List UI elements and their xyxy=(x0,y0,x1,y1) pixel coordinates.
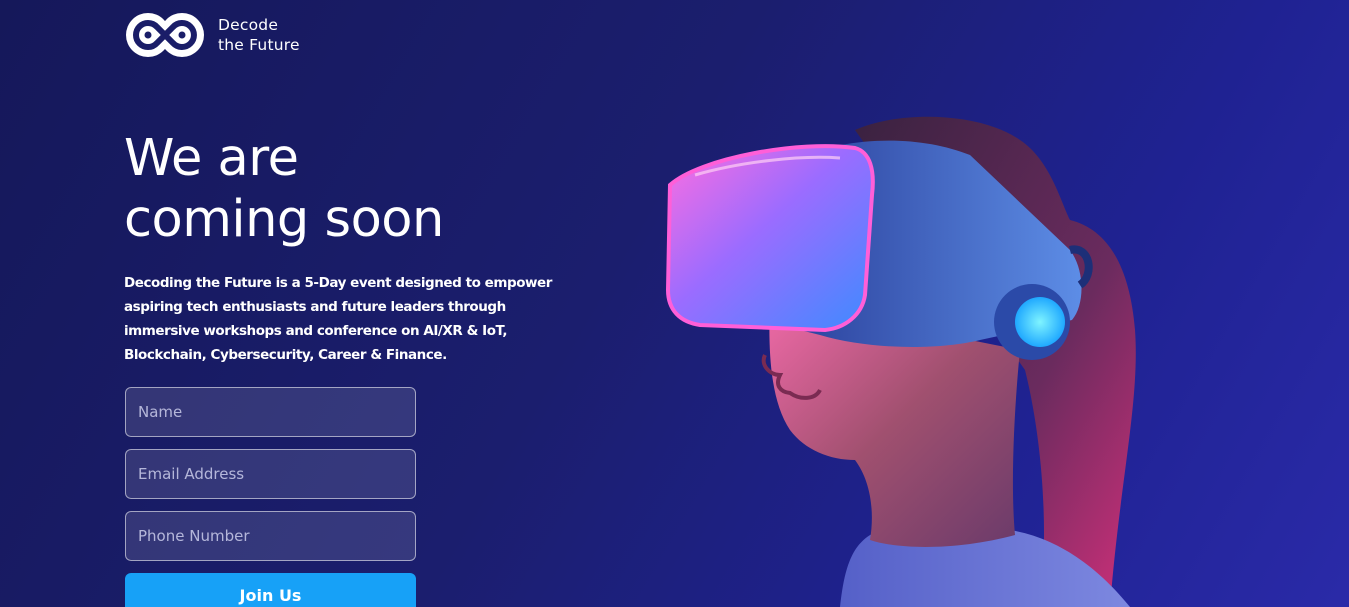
headline-line1: We are xyxy=(124,129,299,188)
brand-name: Decode the Future xyxy=(218,15,300,55)
phone-input[interactable] xyxy=(125,511,416,561)
vr-headset-woman-image xyxy=(665,116,1136,607)
brand-logo[interactable]: Decode the Future xyxy=(124,11,300,59)
page-headline: We are coming soon xyxy=(124,128,444,250)
brand-name-line1: Decode xyxy=(218,16,279,34)
headline-line2: coming soon xyxy=(124,190,444,249)
event-description: Decoding the Future is a 5-Day event des… xyxy=(124,275,552,363)
brand-name-line2: the Future xyxy=(218,36,300,54)
join-us-button[interactable]: Join Us xyxy=(125,573,416,607)
infinity-logo-icon xyxy=(126,13,204,57)
name-input[interactable] xyxy=(125,387,416,437)
email-input[interactable] xyxy=(125,449,416,499)
